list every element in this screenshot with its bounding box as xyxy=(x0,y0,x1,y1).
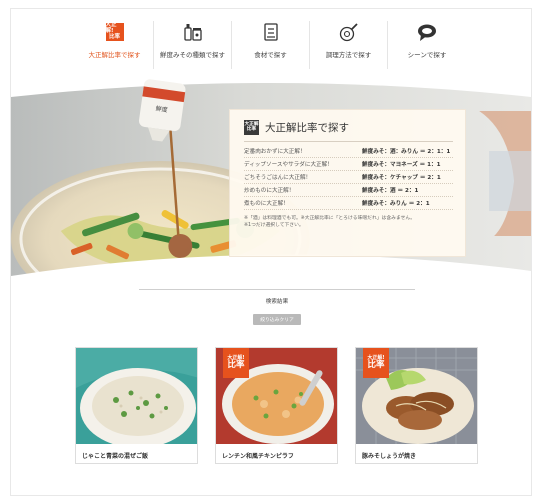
ratio-badge-icon: 大正解 比率 xyxy=(244,120,259,135)
ratio-option-value: 鮮度みそ：みりん ＝ 2：1 xyxy=(362,201,430,207)
panel-title: 大正解比率で探す xyxy=(265,122,349,134)
nav-item-label: シーンで探す xyxy=(407,51,447,59)
ratio-option-label: 定番肉おかずに大正解！ xyxy=(244,149,306,155)
ratio-option-label: 煮ものに大正解！ xyxy=(244,201,289,207)
bottle-label: 鮮度 xyxy=(155,104,168,114)
recipe-title: じゃこと青菜の混ぜご飯 xyxy=(82,453,149,460)
frying-pan-icon xyxy=(339,21,359,43)
recipe-card-list: じゃこと青菜の混ぜご飯 大正解! 比率 レンチン和風チキンピラフ 大正解! 比率… xyxy=(75,347,478,464)
panel-note: ※「酒」は料理酒でも可。※大正解比率に「とろける味噌だれ」は含みません。 ※1つ… xyxy=(244,215,453,229)
recipe-image xyxy=(76,348,197,444)
miso-package-icon xyxy=(183,21,203,43)
ratio-option-label: ごちそうごはんに大正解！ xyxy=(244,175,312,181)
nav-item-label: 鮮度みその種類で探す xyxy=(160,51,225,59)
panel-divider xyxy=(244,141,453,142)
results-label: 検索結果 xyxy=(265,299,289,305)
panel-note-line: ※1つだけ選択して下さい。 xyxy=(244,223,304,229)
ratio-option-value: 鮮度みそ：ケチャップ ＝ 2：1 xyxy=(362,175,441,181)
nav-item-ratio[interactable]: 大正解! 比率 大正解比率で探す xyxy=(76,21,154,82)
ratio-option[interactable]: 定番肉おかずに大正解！ 鮮度みそ：酒：みりん ＝ 2：1：1 xyxy=(244,145,453,158)
nav-item-miso-type[interactable]: 鮮度みその種類で探す xyxy=(154,21,232,69)
ratio-option[interactable]: ごちそうごはんに大正解！ 鮮度みそ：ケチャップ ＝ 2：1 xyxy=(244,171,453,184)
nav-item-label: 調理方法で探す xyxy=(325,51,372,59)
nav-badge-bottom: 比率 xyxy=(108,33,120,40)
recipe-card[interactable]: じゃこと青菜の混ぜご飯 xyxy=(75,347,198,464)
ratio-option-value: 鮮度みそ：マヨネーズ ＝ 1：1 xyxy=(362,162,441,168)
panel-badge-bottom: 比率 xyxy=(246,126,257,132)
ratio-option-label: 炒めものに大正解！ xyxy=(244,188,295,194)
ratio-ribbon: 大正解! 比率 xyxy=(223,348,249,378)
ratio-option[interactable]: 煮ものに大正解！ 鮮度みそ：みりん ＝ 2：1 xyxy=(244,197,453,210)
recipe-card[interactable]: 大正解! 比率 豚みそしょうが焼き xyxy=(355,347,478,464)
nav-item-cooking-method[interactable]: 調理方法で探す xyxy=(310,21,388,69)
page-frame: 大正解! 比率 大正解比率で探す 鮮度みその種類で探す 食材で探す 調理方法で探… xyxy=(10,8,532,496)
ribbon-bottom: 比率 xyxy=(227,360,245,371)
ratio-option[interactable]: ディップソースやサラダに大正解！ 鮮度みそ：マヨネーズ ＝ 1：1 xyxy=(244,158,453,171)
nav-item-ingredient[interactable]: 食材で探す xyxy=(232,21,310,69)
ribbon-bottom: 比率 xyxy=(367,360,385,371)
clear-filter-button[interactable]: 絞り込みクリア xyxy=(253,314,301,325)
speech-bubble-icon xyxy=(416,21,438,43)
ratio-ribbon: 大正解! 比率 xyxy=(363,348,389,378)
ratio-option-value: 鮮度みそ：酒：みりん ＝ 2：1：1 xyxy=(362,149,451,155)
ratio-option-label: ディップソースやサラダに大正解！ xyxy=(244,162,333,168)
ratio-option-value: 鮮度みそ：酒 ＝ 2：1 xyxy=(362,188,419,194)
hero-banner: 鮮度 大正解 比率 大正解比率で探す 定番肉おかずに大正解！ 鮮度みそ：酒：みり… xyxy=(11,71,531,293)
ratio-panel: 大正解 比率 大正解比率で探す 定番肉おかずに大正解！ 鮮度みそ：酒：みりん ＝… xyxy=(229,109,466,257)
nav-item-scene[interactable]: シーンで探す xyxy=(388,21,466,69)
ingredient-card-icon xyxy=(263,21,279,43)
search-results-header: 検索結果 絞り込みクリア xyxy=(139,289,415,325)
nav-item-label: 食材で探す xyxy=(254,51,287,59)
panel-note-line: ※「酒」は料理酒でも可。※大正解比率に「とろける味噌だれ」は含みません。 xyxy=(244,216,415,221)
ratio-option[interactable]: 炒めものに大正解！ 鮮度みそ：酒 ＝ 2：1 xyxy=(244,184,453,197)
recipe-title: 豚みそしょうが焼き xyxy=(362,453,417,460)
recipe-card[interactable]: 大正解! 比率 レンチン和風チキンピラフ xyxy=(215,347,338,464)
nav-item-label: 大正解比率で探す xyxy=(88,51,141,59)
ratio-badge-icon: 大正解! 比率 xyxy=(105,21,124,43)
results-divider xyxy=(139,289,415,290)
recipe-title: レンチン和風チキンピラフ xyxy=(222,453,294,460)
